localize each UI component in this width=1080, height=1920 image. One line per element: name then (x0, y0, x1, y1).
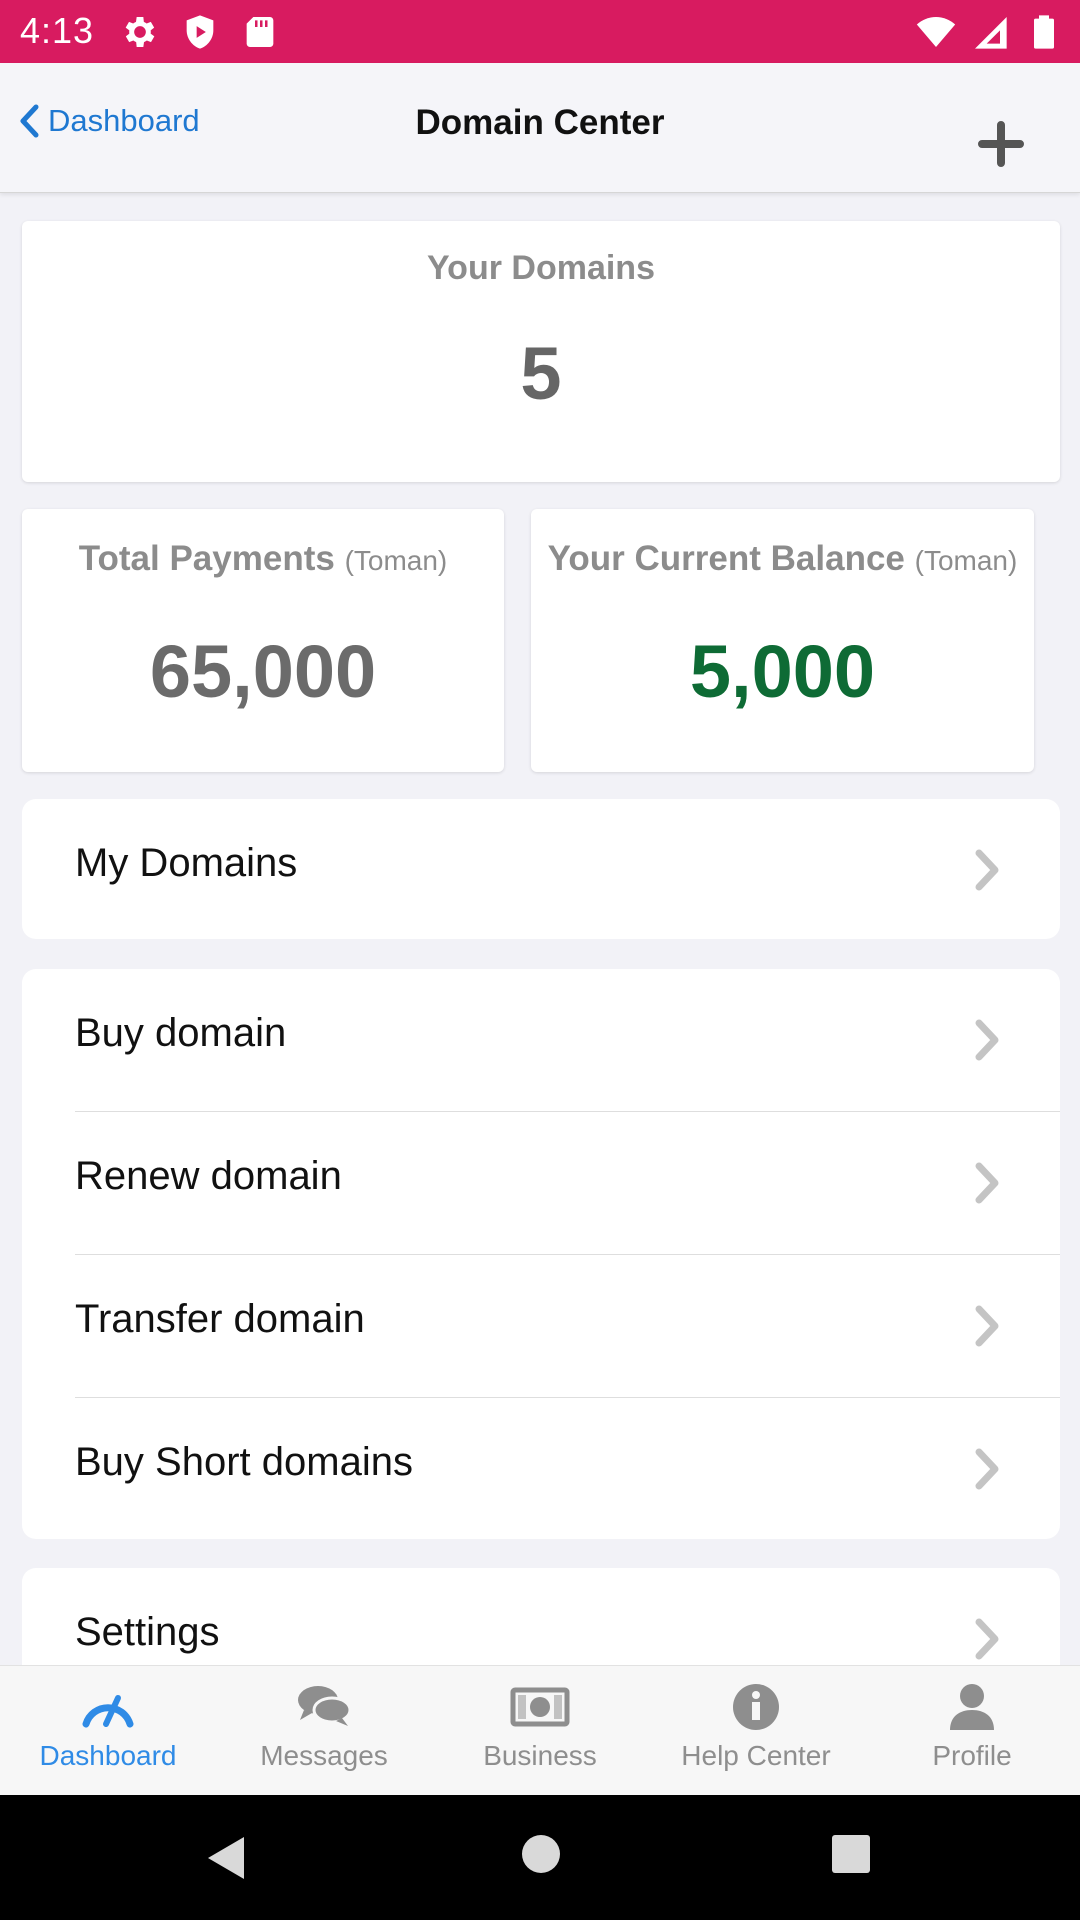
home-circle-icon[interactable] (520, 1833, 562, 1875)
chevron-right-icon (975, 849, 999, 891)
list-item-label: Settings (75, 1610, 220, 1654)
tab-messages[interactable]: Messages (216, 1666, 432, 1795)
page-title: Domain Center (415, 103, 665, 142)
status-time: 4:13 (20, 10, 95, 51)
sd-card-icon (246, 17, 274, 47)
user-icon (950, 1684, 994, 1730)
cell-signal-icon (975, 17, 1007, 49)
chevron-right-icon (975, 1618, 999, 1660)
list-item-renew-domain[interactable]: Renew domain (75, 1112, 1060, 1255)
tab-label: Business (483, 1740, 597, 1771)
total-payments-label-row: Total Payments (Toman) (22, 539, 504, 579)
tab-label: Messages (260, 1740, 388, 1771)
list-item-label: My Domains (75, 841, 298, 885)
domain-actions-group: Buy domain Renew domain Transfer domain … (22, 969, 1060, 1539)
tab-label: Help Center (681, 1740, 831, 1771)
current-balance-label: Your Current Balance (547, 539, 905, 578)
wifi-icon (916, 17, 956, 47)
chat-bubbles-icon (298, 1686, 352, 1726)
chevron-right-icon (975, 1448, 999, 1490)
list-item-buy-short-domains[interactable]: Buy Short domains (75, 1398, 1060, 1539)
total-payments-card: Total Payments (Toman) 65,000 (22, 509, 504, 772)
settings-gear-icon (125, 17, 155, 47)
total-payments-value: 65,000 (149, 630, 377, 713)
domains-count-card: Your Domains 5 (22, 221, 1060, 482)
chevron-right-icon (975, 1305, 999, 1347)
list-item-transfer-domain[interactable]: Transfer domain (75, 1255, 1060, 1398)
tab-dashboard[interactable]: Dashboard (0, 1666, 216, 1795)
current-balance-label-row: Your Current Balance (Toman) (531, 539, 1034, 579)
money-bill-icon (510, 1687, 570, 1727)
add-icon[interactable] (976, 119, 1026, 169)
shield-play-icon (186, 15, 214, 49)
status-right-icons (916, 12, 1064, 52)
domains-count-label: Your Domains (427, 249, 655, 287)
domains-count-value: 5 (520, 332, 562, 415)
tab-label: Profile (932, 1740, 1012, 1771)
chevron-right-icon (975, 1162, 999, 1204)
info-circle-icon (733, 1684, 779, 1730)
list-item-my-domains[interactable]: My Domains (75, 799, 1060, 939)
total-payments-label: Total Payments (78, 539, 335, 578)
system-navigation-bar (0, 1795, 1080, 1920)
list-item-buy-domain[interactable]: Buy domain (75, 969, 1060, 1112)
list-item-label: Buy domain (75, 1011, 287, 1055)
speedometer-icon (82, 1695, 134, 1728)
tab-help-center[interactable]: Help Center (648, 1666, 864, 1795)
current-balance-value: 5,000 (689, 630, 876, 713)
status-left-icons (120, 12, 280, 52)
chevron-right-icon (975, 1019, 999, 1061)
battery-icon (1034, 15, 1054, 49)
tab-profile[interactable]: Profile (864, 1666, 1080, 1795)
my-domains-group: My Domains (22, 799, 1060, 939)
list-item-label: Transfer domain (75, 1297, 365, 1341)
recent-apps-square-icon[interactable] (830, 1833, 872, 1875)
total-payments-unit: (Toman) (344, 545, 448, 576)
current-balance-card: Your Current Balance (Toman) 5,000 (531, 509, 1034, 772)
back-triangle-icon[interactable] (204, 1833, 250, 1883)
list-item-label: Buy Short domains (75, 1440, 413, 1484)
current-balance-unit: (Toman) (914, 545, 1018, 576)
tab-label: Dashboard (39, 1740, 177, 1771)
tab-bar: Dashboard Messages Business Help Center … (0, 1665, 1080, 1795)
status-bar: 4:13 (0, 0, 1080, 63)
list-item-label: Renew domain (75, 1154, 342, 1198)
tab-business[interactable]: Business (432, 1666, 648, 1795)
navigation-bar: Dashboard Domain Center (0, 63, 1080, 193)
